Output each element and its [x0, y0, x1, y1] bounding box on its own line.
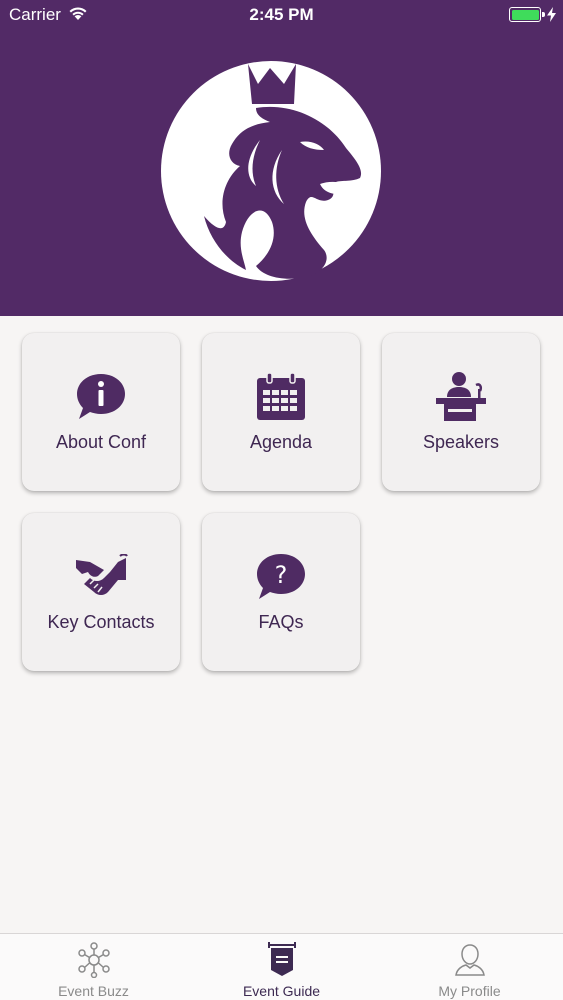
tile-agenda[interactable]: Agenda	[202, 333, 360, 491]
lion-head-logo-icon	[161, 61, 381, 281]
tile-label: About Conf	[55, 432, 147, 452]
tab-label: My Profile	[438, 983, 501, 999]
tile-speakers[interactable]: Speakers	[382, 333, 540, 491]
charging-bolt-icon	[547, 7, 556, 22]
tab-event-buzz[interactable]: Event Buzz	[0, 934, 187, 1000]
tab-label: Event Guide	[242, 983, 321, 999]
tile-label: Speakers	[422, 432, 500, 452]
tile-key-contacts[interactable]: Key Contacts	[22, 513, 180, 671]
tile-about-conf[interactable]: About Conf	[22, 333, 180, 491]
svg-text:?: ?	[275, 561, 288, 589]
status-bar: Carrier 2:45 PM	[0, 0, 563, 30]
user-profile-icon	[454, 944, 485, 976]
tab-my-profile[interactable]: My Profile	[376, 934, 563, 1000]
guide-banner-icon	[267, 942, 296, 976]
info-speech-bubble-icon	[77, 374, 125, 419]
tile-faqs[interactable]: ? FAQs	[202, 513, 360, 671]
header-banner: Carrier 2:45 PM	[0, 0, 563, 316]
status-time: 2:45 PM	[249, 5, 314, 24]
tile-label: Agenda	[249, 432, 313, 452]
network-nodes-icon	[77, 942, 110, 978]
battery-icon	[509, 7, 545, 22]
handshake-icon	[76, 554, 128, 595]
tab-label: Event Buzz	[58, 983, 129, 999]
speaker-podium-icon	[436, 372, 486, 421]
question-speech-bubble-icon: ?	[257, 554, 305, 599]
tile-label: Key Contacts	[47, 612, 155, 632]
tab-event-guide[interactable]: Event Guide	[188, 934, 375, 1000]
tab-bar: Event Buzz Event Guide My Profile	[0, 933, 563, 1000]
tile-label: FAQs	[258, 612, 304, 632]
calendar-icon	[257, 372, 305, 420]
